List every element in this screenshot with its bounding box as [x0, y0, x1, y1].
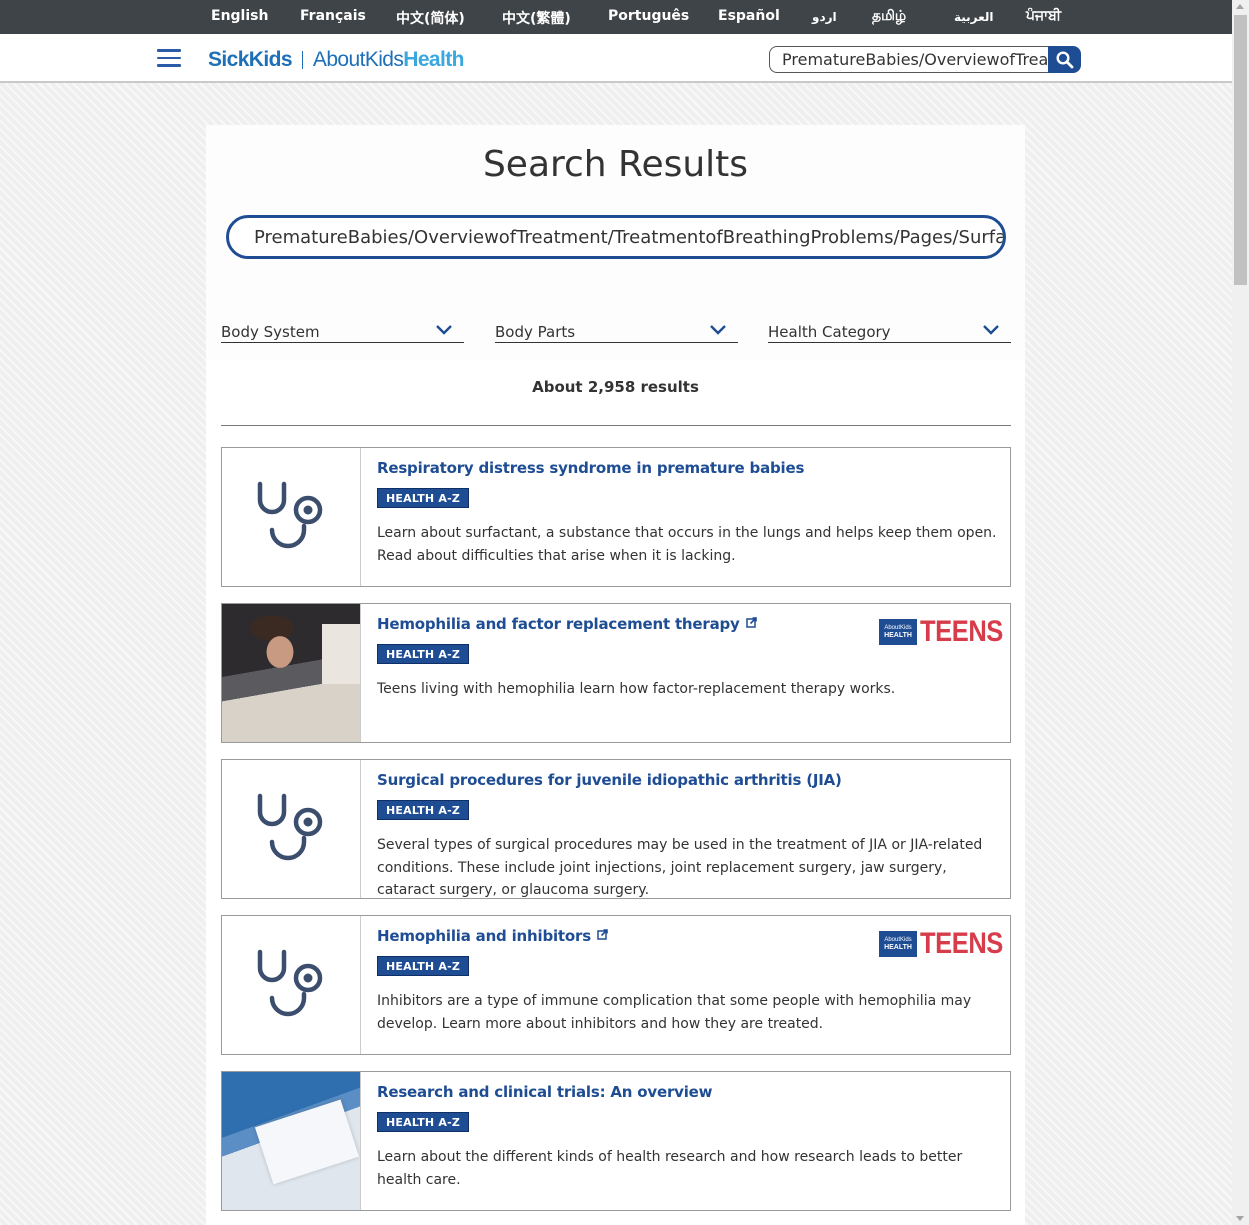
menu-icon[interactable]	[157, 49, 181, 67]
header-search-input[interactable]: PrematureBabies/OverviewofTreatmentofBre…	[769, 46, 1049, 73]
filter-label: Body System	[221, 323, 320, 341]
lang-chinese-simplified[interactable]: 中文(简体)	[396, 8, 465, 28]
result-card[interactable]: Hemophilia and factor replacement therap…	[221, 603, 1011, 743]
result-title-text: Hemophilia and inhibitors	[377, 927, 591, 945]
stethoscope-icon	[257, 793, 323, 861]
result-thumbnail	[222, 1072, 361, 1210]
lang-punjabi[interactable]: ਪੰਜਾਬੀ	[1026, 8, 1061, 24]
logo-sickkids: SickKids	[208, 48, 293, 71]
stethoscope-icon	[257, 949, 323, 1017]
chevron-down-icon	[710, 325, 726, 335]
lang-portuguese[interactable]: Português	[608, 8, 689, 24]
result-title-link[interactable]: Research and clinical trials: An overvie…	[377, 1083, 713, 1101]
result-thumbnail	[222, 604, 361, 742]
lang-urdu[interactable]: اردو	[812, 10, 837, 24]
result-title-link[interactable]: Surgical procedures for juvenile idiopat…	[377, 771, 842, 789]
logo-kids: Kids	[364, 48, 404, 71]
category-badge: HEALTH A-Z	[377, 488, 470, 508]
filter-label: Body Parts	[495, 323, 576, 341]
page-scrollbar[interactable]	[1232, 0, 1249, 1225]
main-search-input[interactable]: PrematureBabies/OverviewofTreatment/Trea…	[226, 215, 1006, 259]
language-bar: English Français 中文(简体) 中文(繁體) Português…	[0, 0, 1232, 34]
teens-logo-box: AboutKids HEALTH	[879, 619, 917, 645]
result-description: Learn about the different kinds of healt…	[377, 1149, 963, 1188]
teens-logo-line1: AboutKids	[884, 937, 912, 943]
result-card[interactable]: Surgical procedures for juvenile idiopat…	[221, 759, 1011, 899]
teens-logo: AboutKids HEALTH TEENS	[879, 927, 1010, 960]
result-description: Inhibitors are a type of immune complica…	[377, 993, 972, 1032]
result-card[interactable]: Respiratory distress syndrome in prematu…	[221, 447, 1011, 587]
divider	[221, 425, 1011, 426]
logo-about: About	[312, 48, 365, 71]
scrollbar-thumb[interactable]	[1234, 15, 1247, 285]
category-badge: HEALTH A-Z	[377, 956, 470, 976]
category-badge: HEALTH A-Z	[377, 1112, 470, 1132]
result-card[interactable]: Hemophilia and inhibitors HEALTH A-Z Inh…	[221, 915, 1011, 1055]
lang-spanish[interactable]: Español	[718, 8, 780, 24]
result-title-text: Hemophilia and factor replacement therap…	[377, 615, 740, 633]
result-thumbnail	[222, 448, 361, 586]
lang-arabic[interactable]: العربية	[954, 10, 994, 24]
chevron-down-icon	[983, 325, 999, 335]
category-badge: HEALTH A-Z	[377, 644, 470, 664]
teens-logo-line2: HEALTH	[884, 944, 912, 951]
chevron-down-icon	[436, 325, 452, 335]
lang-french[interactable]: Français	[300, 8, 366, 24]
result-thumbnail	[222, 916, 361, 1054]
result-photo	[222, 604, 360, 742]
teens-logo: AboutKids HEALTH TEENS	[879, 615, 1010, 648]
results-count: About 2,958 results	[532, 378, 699, 396]
result-title-link[interactable]: Hemophilia and factor replacement therap…	[377, 615, 757, 633]
logo-divider	[301, 51, 303, 69]
result-photo	[222, 1072, 360, 1210]
filter-body-system[interactable]: Body System	[221, 323, 464, 343]
stethoscope-icon	[257, 481, 323, 549]
result-title-link[interactable]: Hemophilia and inhibitors	[377, 927, 608, 945]
site-header: SickKids About Kids Health PrematureBabies…	[0, 34, 1232, 83]
lang-chinese-traditional[interactable]: 中文(繁體)	[502, 8, 571, 28]
logo-health: Health	[403, 48, 464, 71]
result-description: Teens living with hemophilia learn how f…	[377, 681, 896, 697]
header-search-button[interactable]	[1048, 46, 1081, 73]
site-logo[interactable]: SickKids About Kids Health	[208, 47, 464, 73]
filter-health-category[interactable]: Health Category	[768, 323, 1011, 343]
external-link-icon	[597, 929, 608, 940]
search-icon	[1055, 50, 1073, 68]
result-thumbnail	[222, 760, 361, 898]
teens-logo-text: TEENS	[920, 927, 1003, 960]
lang-tamil[interactable]: தமிழ்	[872, 8, 906, 26]
teens-logo-text: TEENS	[920, 615, 1003, 648]
result-description: Several types of surgical procedures may…	[377, 837, 983, 898]
scroll-down-arrow-icon[interactable]	[1236, 1216, 1244, 1221]
teens-logo-box: AboutKids HEALTH	[879, 931, 917, 957]
lang-english[interactable]: English	[211, 8, 268, 24]
category-badge: HEALTH A-Z	[377, 800, 470, 820]
filter-body-parts[interactable]: Body Parts	[495, 323, 738, 343]
filter-label: Health Category	[768, 323, 891, 341]
result-card[interactable]: Research and clinical trials: An overvie…	[221, 1071, 1011, 1211]
external-link-icon	[745, 617, 757, 628]
teens-logo-line1: AboutKids	[884, 625, 912, 631]
page-title: Search Results	[482, 144, 749, 185]
teens-logo-line2: HEALTH	[884, 632, 912, 639]
result-title-link[interactable]: Respiratory distress syndrome in prematu…	[377, 459, 804, 477]
scroll-up-arrow-icon[interactable]	[1236, 4, 1244, 9]
result-description: Learn about surfactant, a substance that…	[377, 525, 997, 564]
